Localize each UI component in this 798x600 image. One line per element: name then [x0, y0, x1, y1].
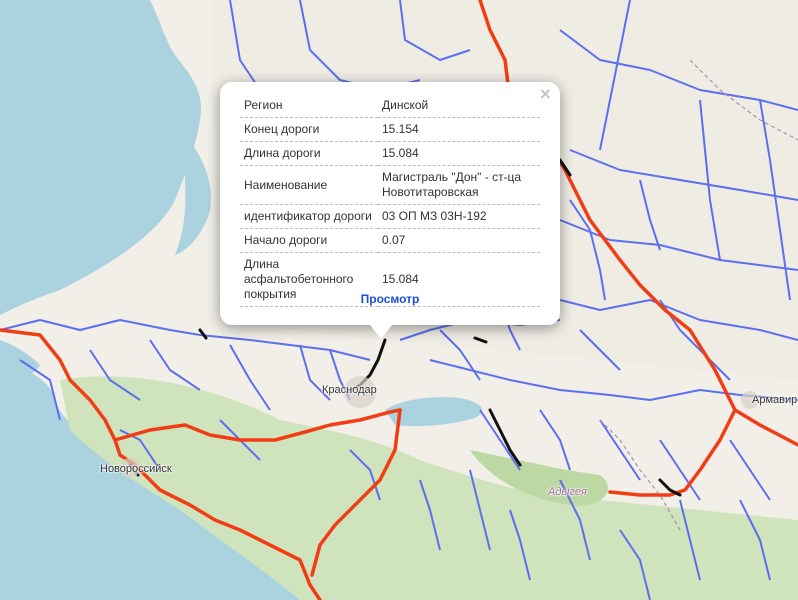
attribute-value: 15.154: [378, 117, 540, 142]
attribute-key: Начало дороги: [240, 228, 378, 253]
attribute-value: 0.07: [378, 228, 540, 253]
road-info-popup: × Регион Динской Конец дороги 15.154 Длина д…: [220, 82, 560, 339]
attribute-row: Регион Динской: [240, 94, 540, 118]
attribute-key: Наименование: [240, 165, 378, 205]
map-label-armavir: Армавир: [752, 394, 798, 406]
attribute-row: Начало дороги 0.07: [240, 228, 540, 253]
map-label-krasnodar: Краснодар: [322, 384, 377, 396]
view-link[interactable]: Просмотр: [220, 292, 560, 306]
map-label-adygea: Адыгея: [548, 486, 587, 498]
attribute-key: Длина дороги: [240, 141, 378, 166]
attribute-row: Длина дороги 15.084: [240, 141, 540, 166]
sea-of-azov: [0, 0, 201, 315]
attribute-row: идентификатор дороги 03 ОП МЗ 03Н-192: [240, 204, 540, 229]
popup-tip: [370, 325, 392, 339]
attribute-value: 03 ОП МЗ 03Н-192: [378, 204, 540, 229]
close-icon[interactable]: ×: [539, 84, 552, 103]
attribute-value: Магистраль "Дон" - ст-ца Новотитаровская: [378, 165, 540, 205]
attribute-value: 15.084: [378, 141, 540, 166]
attribute-value: Динской: [378, 94, 540, 118]
attribute-key: Регион: [240, 94, 378, 118]
attribute-row: Конец дороги 15.154: [240, 117, 540, 142]
attribute-key: Конец дороги: [240, 117, 378, 142]
attribute-row: Наименование Магистраль "Дон" - ст-ца Нов…: [240, 165, 540, 205]
map-label-novorossiysk: Новороссийск: [100, 463, 172, 475]
attribute-key: идентификатор дороги: [240, 204, 378, 229]
road-attributes-table: Регион Динской Конец дороги 15.154 Длина дор…: [240, 94, 540, 307]
